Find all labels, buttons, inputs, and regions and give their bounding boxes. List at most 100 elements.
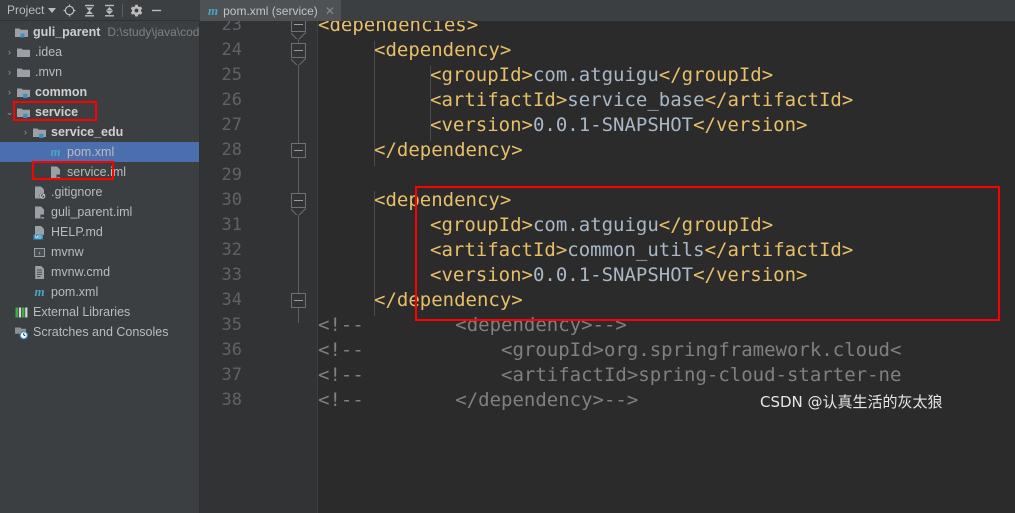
chevron-right-icon[interactable]: ›: [4, 42, 15, 62]
idea-window: Project m pom.xml (service) ✕ guli_paren…: [0, 0, 1015, 513]
xml-tag: <artifactId>: [430, 239, 568, 261]
fold-marker-collapse[interactable]: [291, 43, 306, 58]
code-line[interactable]: <version>0.0.1-SNAPSHOT</version>: [318, 263, 1015, 288]
code-line[interactable]: <dependencies>: [318, 21, 1015, 38]
code-editor[interactable]: 23 24 25 26 27 28 29 30 31 32 33 34 35 36 37 38 <depend…: [200, 21, 1015, 513]
code-line[interactable]: <groupId>com.atguigu</groupId>: [318, 213, 1015, 238]
tree-item-service[interactable]: ⌄ service: [0, 102, 199, 122]
tree-item--idea[interactable]: › .idea: [0, 42, 199, 62]
fold-marker-collapse[interactable]: [291, 293, 306, 308]
project-tree[interactable]: guli_parent D:\study\java\code › .idea › .mvn…: [0, 21, 199, 513]
module-folder-icon: [15, 82, 32, 102]
module-folder-icon: [31, 122, 48, 142]
close-icon[interactable]: ✕: [325, 4, 335, 18]
fold-marker-collapse[interactable]: [291, 21, 306, 32]
tree-item-label: .idea: [35, 45, 63, 59]
toolbar-divider: [122, 3, 124, 17]
code-text-area[interactable]: <dependencies> <dependency> <groupId>com.a…: [318, 21, 1015, 513]
fold-marker-collapse[interactable]: [291, 193, 306, 208]
xml-tag: </groupId>: [658, 64, 774, 86]
code-line[interactable]: <!-- <groupId>org.springframework.cloud<: [318, 338, 1015, 363]
xml-tag: </version>: [693, 264, 808, 286]
chevron-right-icon[interactable]: ›: [4, 62, 15, 82]
tree-item-label: guli_parent: [33, 25, 101, 39]
editor-gutter[interactable]: 23 24 25 26 27 28 29 30 31 32 33 34 35 36 37 38: [200, 21, 318, 513]
indent-guide: [374, 41, 375, 166]
xml-tag: <groupId>: [430, 64, 533, 86]
xml-text: com.atguigu: [532, 64, 659, 86]
xml-text: common_utils: [567, 239, 705, 261]
tree-item-external-libraries[interactable]: External Libraries: [0, 302, 199, 322]
tree-item--mvn[interactable]: › .mvn: [0, 62, 199, 82]
settings-gear-icon[interactable]: [126, 1, 146, 20]
chevron-right-icon[interactable]: ›: [4, 82, 15, 102]
code-line[interactable]: </dependency>: [318, 138, 1015, 163]
line-number: 30: [221, 190, 242, 210]
iml-icon: [31, 202, 48, 222]
fold-marker-collapse[interactable]: [291, 143, 306, 158]
xml-comment: <!-- <dependency>-->: [318, 314, 627, 336]
xml-tag: </version>: [693, 114, 808, 136]
code-line[interactable]: <dependency>: [318, 38, 1015, 63]
code-line[interactable]: <artifactId>service_base</artifactId>: [318, 88, 1015, 113]
code-line[interactable]: [318, 163, 1015, 188]
tree-item-mvnw[interactable]: › mvnw: [0, 242, 199, 262]
tree-item-help-md[interactable]: MD HELP.md: [0, 222, 199, 242]
tree-item-scratches-and-consoles[interactable]: Scratches and Consoles: [0, 322, 199, 342]
line-number: 36: [221, 340, 242, 360]
expand-all-icon[interactable]: [79, 1, 99, 20]
code-line[interactable]: <groupId>com.atguigu</groupId>: [318, 63, 1015, 88]
tree-item-service-edu[interactable]: › service_edu: [0, 122, 199, 142]
tree-item-mvnw-cmd[interactable]: mvnw.cmd: [0, 262, 199, 282]
code-line[interactable]: <version>0.0.1-SNAPSHOT</version>: [318, 113, 1015, 138]
code-line[interactable]: </dependency>: [318, 288, 1015, 313]
code-line[interactable]: <!-- <artifactId>spring-cloud-starter-ne: [318, 363, 1015, 388]
svg-text:›: ›: [39, 250, 41, 256]
tree-item-pom-xml[interactable]: m pom.xml: [0, 282, 199, 302]
tree-item-service-iml[interactable]: service.iml: [0, 162, 199, 182]
tree-item--gitignore[interactable]: .gitignore: [0, 182, 199, 202]
xml-tag: </groupId>: [658, 214, 774, 236]
project-path: D:\study\java\code: [107, 25, 199, 39]
tree-item-guli-parent-iml[interactable]: guli_parent.iml: [0, 202, 199, 222]
tree-item-label: service_edu: [51, 125, 124, 139]
line-number: 33: [221, 265, 242, 285]
scratches-icon: [13, 322, 30, 342]
xml-tag: <groupId>: [430, 214, 533, 236]
xml-tag: </artifactId>: [704, 89, 854, 111]
line-number: 38: [221, 390, 242, 410]
tree-item-label: External Libraries: [33, 305, 131, 319]
line-number: 32: [221, 240, 242, 260]
code-line[interactable]: <!-- <dependency>-->: [318, 313, 1015, 338]
gitignore-icon: [31, 182, 48, 202]
markdown-icon: MD: [31, 222, 48, 242]
xml-tag: <artifactId>: [430, 89, 568, 111]
tree-item-common[interactable]: › common: [0, 82, 199, 102]
tree-item-pom-xml[interactable]: m pom.xml: [0, 142, 199, 162]
tab-pom-xml[interactable]: m pom.xml (service) ✕: [200, 0, 341, 21]
chevron-down-icon[interactable]: ⌄: [4, 102, 15, 122]
tree-item-guli-parent[interactable]: guli_parent D:\study\java\code: [0, 22, 199, 42]
code-line[interactable]: <artifactId>common_utils</artifactId>: [318, 238, 1015, 263]
collapse-all-icon[interactable]: [99, 1, 119, 20]
chevron-right-icon[interactable]: ›: [20, 122, 31, 142]
locate-icon[interactable]: [59, 1, 79, 20]
xml-text: 0.0.1-SNAPSHOT: [532, 114, 694, 136]
code-line[interactable]: <dependency>: [318, 188, 1015, 213]
hide-panel-icon[interactable]: [146, 1, 166, 20]
project-view-selector[interactable]: Project: [4, 1, 59, 20]
tab-label: pom.xml (service): [223, 3, 318, 18]
fold-marker-arrow: [291, 208, 306, 215]
script-icon: ›: [31, 242, 48, 262]
line-number: 28: [221, 140, 242, 160]
fold-rail: [298, 21, 299, 323]
folder-icon: [15, 62, 32, 82]
tree-item-label: .mvn: [35, 65, 63, 79]
fold-marker-arrow: [291, 58, 306, 65]
xml-tag: </artifactId>: [704, 239, 854, 261]
